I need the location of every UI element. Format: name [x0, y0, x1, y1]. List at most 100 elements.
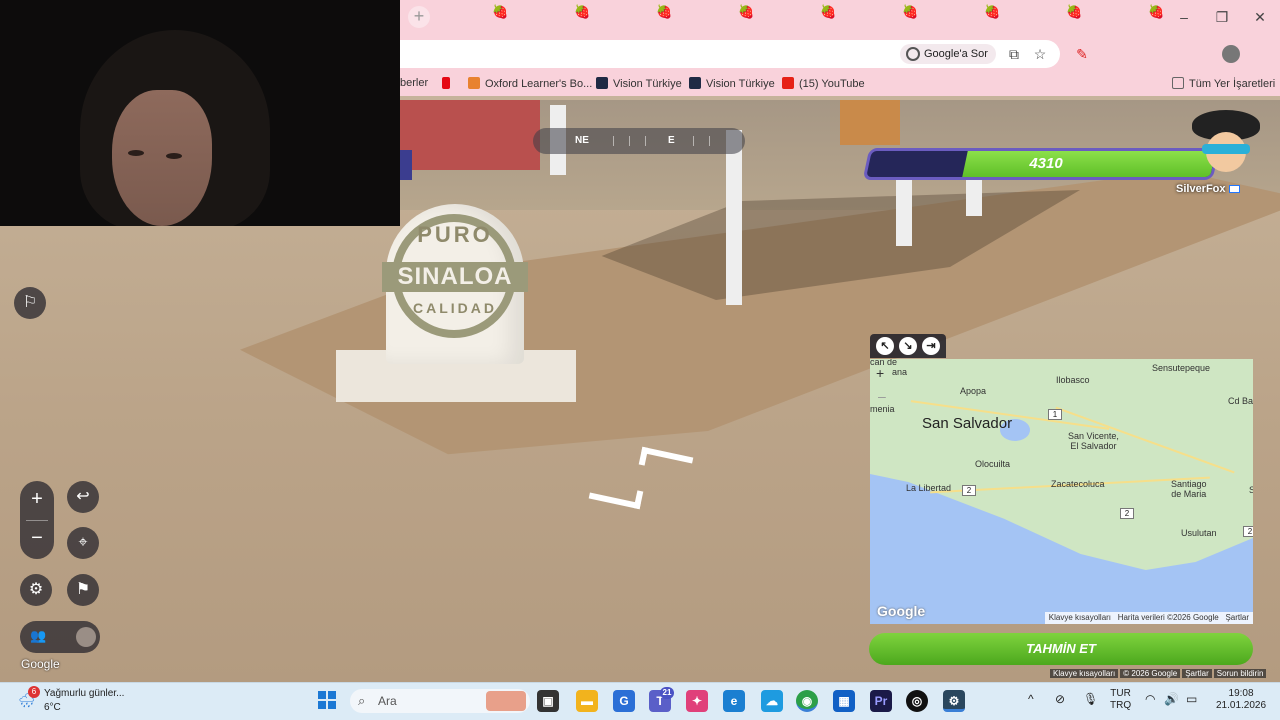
zoom-control: + − — [20, 481, 54, 559]
tree-trunk — [726, 130, 742, 305]
score-value: 4310 — [1029, 155, 1063, 172]
people-icon: 👥 — [30, 628, 47, 643]
task-view-icon[interactable]: ▣ — [537, 690, 559, 712]
search-placeholder: Ara — [378, 694, 397, 708]
map-toolbar: ↖ ↘ ⇥ — [870, 334, 946, 358]
new-tab-button[interactable]: + — [408, 6, 430, 28]
compass-tick — [613, 136, 614, 146]
settings-gear-icon[interactable]: ⚙ — [20, 574, 52, 606]
pen-extension-icon[interactable]: ✎ — [1072, 44, 1092, 64]
steam-icon[interactable]: ⚙ — [943, 690, 965, 712]
sv-keyboard-shortcuts[interactable]: Klavye kısayolları — [1050, 669, 1119, 678]
avatar-glasses — [1202, 144, 1250, 154]
guess-map[interactable]: + – ana can de menia Apopa Ilobasco Sens… — [870, 359, 1253, 624]
premiere-icon[interactable]: Pr — [870, 690, 892, 712]
map-label-la-libertad: La Libertad — [906, 483, 952, 493]
bookmark-netflix[interactable] — [442, 77, 455, 90]
undo-move-icon[interactable]: ↩ — [67, 481, 99, 513]
weather-temp: 6°C — [44, 702, 61, 713]
bookmark-label: (15) YouTube — [799, 78, 865, 90]
network-off-icon[interactable]: ⊘ — [1055, 693, 1065, 705]
orange-building — [840, 100, 900, 145]
restore-button[interactable]: ❐ — [1209, 6, 1235, 28]
bookmark-item[interactable]: berler — [400, 77, 428, 89]
mic-icon[interactable]: 🎙 — [1083, 693, 1098, 705]
search-highlight-icon — [486, 691, 526, 711]
store-icon[interactable]: ▦ — [833, 690, 855, 712]
sv-copyright: © 2026 Google — [1120, 669, 1181, 678]
sinaloa-sign: PURO SINALOA CALIDAD — [382, 204, 528, 364]
expand-map-icon[interactable]: ↖ — [876, 337, 894, 355]
battery-icon[interactable]: ▭ — [1186, 693, 1197, 705]
player-avatar — [1190, 110, 1262, 182]
map-zoom-in[interactable]: + — [876, 365, 884, 381]
file-explorer-icon[interactable]: ▬ — [576, 690, 598, 712]
bookmark-youtube[interactable]: (15) YouTube — [782, 77, 865, 90]
lens-icon — [906, 47, 920, 61]
webcam-overlay — [0, 0, 400, 226]
move-forward-arrow[interactable] — [638, 446, 694, 476]
players-pill[interactable]: 👥 — [20, 621, 100, 653]
bookmark-label: Vision Türkiye — [706, 78, 775, 90]
zoom-in-button[interactable]: + — [20, 481, 54, 520]
profile-avatar[interactable] — [1222, 45, 1240, 63]
report-icon[interactable]: ⚐ — [14, 287, 46, 319]
taskbar-search[interactable]: ⌕ Ara — [350, 689, 530, 713]
map-label-san-salvador: San Salvador — [922, 415, 1013, 432]
bookmark-vision-1[interactable]: Vision Türkiye — [596, 77, 682, 90]
map-data-credit: Harita verileri ©2026 Google — [1117, 613, 1219, 622]
compass-tick — [645, 136, 646, 146]
teams-badge: 21 — [660, 687, 674, 699]
move-back-arrow[interactable] — [588, 480, 644, 510]
keyboard-layout: TRQ — [1110, 700, 1132, 711]
map-zoom-out[interactable]: – — [878, 388, 886, 404]
volume-icon[interactable]: 🔊 — [1164, 693, 1179, 705]
left-panel-edge — [400, 150, 412, 180]
weather-app-icon[interactable]: ☁ — [761, 690, 783, 712]
edge-icon[interactable]: e — [723, 690, 745, 712]
map-keyboard-shortcuts[interactable]: Klavye kısayolları — [1049, 613, 1111, 622]
windows-start-button[interactable] — [318, 691, 336, 709]
shrink-map-icon[interactable]: ↘ — [899, 337, 917, 355]
webcam-eye — [128, 150, 144, 156]
flag-icon[interactable]: ⚑ — [67, 574, 99, 606]
clock[interactable]: 19:08 21.01.2026 — [1216, 688, 1266, 712]
language-code: TUR — [1110, 688, 1131, 699]
ask-google-button[interactable]: Google'a Sor — [900, 44, 996, 64]
tray-overflow-icon[interactable]: ^ — [1028, 693, 1034, 705]
map-label-can: can de — [870, 359, 898, 367]
player-thumb — [76, 627, 96, 647]
all-bookmarks[interactable]: Tüm Yer İşaretleri — [1172, 77, 1275, 90]
map-terms[interactable]: Şartlar — [1225, 613, 1249, 622]
strawberry-icon: 🍓 — [574, 4, 591, 19]
language-indicator[interactable]: TUR TRQ — [1110, 688, 1131, 712]
zoom-out-button[interactable]: − — [20, 520, 54, 559]
guess-button[interactable]: TAHMİN ET — [869, 633, 1253, 665]
sv-terms[interactable]: Şartlar — [1182, 669, 1212, 678]
chrome-icon[interactable]: ◉ — [796, 690, 818, 712]
close-window-button[interactable]: ✕ — [1247, 6, 1273, 28]
red-wall — [400, 100, 540, 170]
bookmark-star-icon[interactable]: ☆ — [1030, 44, 1050, 64]
install-app-icon[interactable]: ⧉ — [1004, 44, 1024, 64]
bookmark-vision-2[interactable]: Vision Türkiye — [689, 77, 775, 90]
copilot-icon[interactable]: ✦ — [686, 690, 708, 712]
compass-bar: NE E — [533, 128, 745, 154]
compass-e: E — [668, 135, 675, 146]
pin-map-icon[interactable]: ⇥ — [922, 337, 940, 355]
minimize-button[interactable]: – — [1171, 6, 1197, 28]
weather-badge: 6 — [28, 686, 40, 698]
bookmark-label: berler — [400, 77, 429, 89]
sign-bottom-text: CALIDAD — [413, 300, 497, 316]
map-label-s: S — [1249, 485, 1253, 495]
webcam-face — [112, 90, 212, 226]
spotify-icon[interactable]: ◎ — [906, 690, 928, 712]
clock-time: 19:08 — [1228, 688, 1254, 699]
wifi-icon[interactable]: ◠ — [1145, 693, 1155, 705]
grammarly-icon[interactable]: G — [613, 690, 635, 712]
return-to-start-icon[interactable]: ⌖ — [67, 527, 99, 559]
sv-report[interactable]: Sorun bildirin — [1213, 669, 1267, 678]
browser-tab-bar: 🍓 🍓 🍓 🍓 🍓 🍓 🍓 🍓 🍓 – ❐ ✕ — [400, 0, 1280, 34]
vision-icon — [596, 77, 608, 89]
bookmark-oxford[interactable]: Oxford Learner's Bo... — [468, 77, 592, 90]
